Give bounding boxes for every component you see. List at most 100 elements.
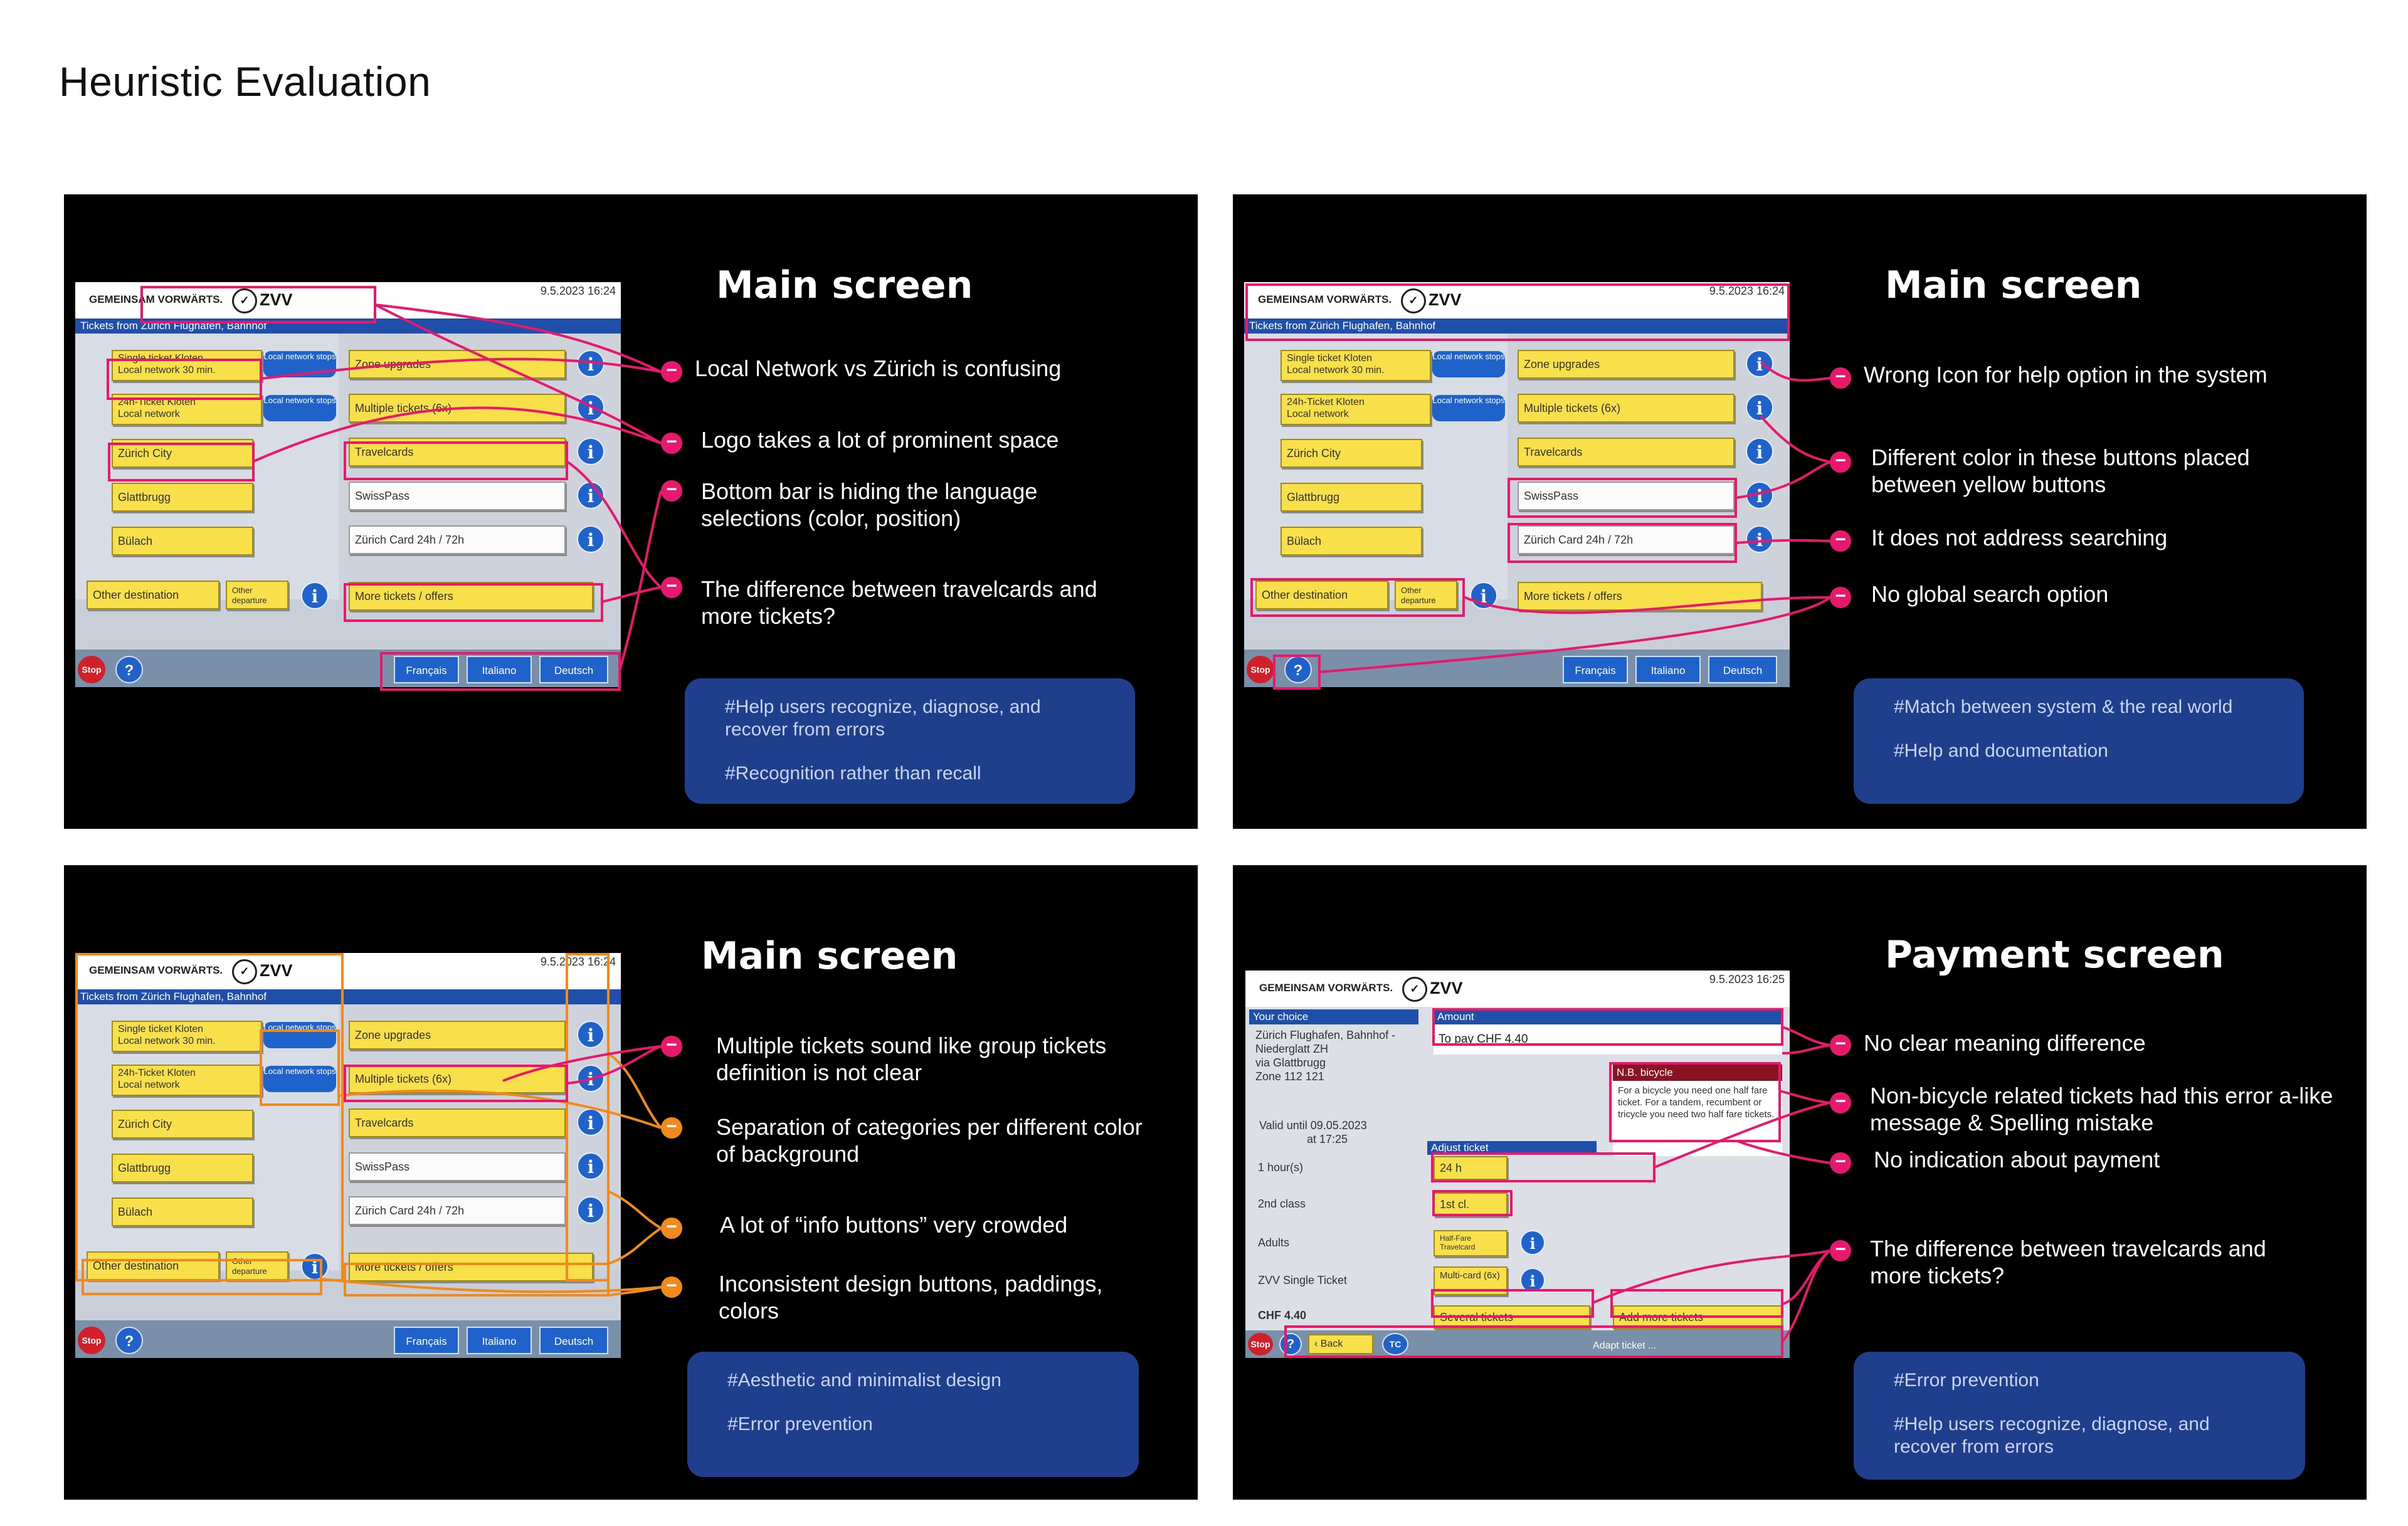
note-1: No clear meaning difference — [1864, 1030, 2146, 1056]
info-icon[interactable]: i — [1470, 582, 1497, 609]
stop-button[interactable]: Stop — [1247, 656, 1274, 683]
more-tickets-button[interactable]: More tickets / offers — [349, 582, 593, 611]
zurich-city-button[interactable]: Zürich City — [1281, 439, 1422, 468]
note-1: Wrong Icon for help option in the system — [1864, 362, 2268, 387]
travelcards-button[interactable]: Travelcards — [1518, 438, 1735, 466]
tag-2: #Help and documentation — [1894, 740, 2108, 761]
swisspass-button[interactable]: SwissPass — [349, 481, 566, 510]
local-network-stops-button[interactable]: Local network stops — [1432, 351, 1505, 377]
stop-button[interactable]: Stop — [1248, 1333, 1273, 1355]
bulach-button[interactable]: Bülach — [112, 527, 253, 555]
info-icon[interactable]: i — [1520, 1268, 1545, 1293]
ticket-24h-button[interactable]: 24h-Ticket Kloten Local network — [112, 394, 262, 425]
single-ticket-button[interactable]: Single ticket Kloten Local network 30 min… — [1281, 350, 1431, 381]
zvv-mark-icon: ✓ — [232, 288, 257, 313]
zurich-card-button[interactable]: Zürich Card 24h / 72h — [1518, 525, 1735, 554]
back-button[interactable]: ‹ Back — [1308, 1334, 1373, 1354]
travelcards-button[interactable]: Travelcards — [349, 1108, 566, 1137]
glattbrugg-button[interactable]: Glattbrugg — [112, 483, 253, 512]
help-button[interactable]: ? — [115, 1327, 143, 1354]
note-2: Non-bicycle related tickets had this err… — [1870, 1083, 2333, 1135]
info-icon[interactable]: i — [301, 1253, 329, 1280]
more-tickets-button[interactable]: More tickets / offers — [349, 1253, 593, 1281]
info-icon[interactable]: i — [577, 1065, 605, 1092]
stop-button[interactable]: Stop — [78, 1327, 105, 1354]
zone-upgrades-button[interactable]: Zone upgrades — [349, 350, 566, 379]
other-destination-button[interactable]: Other destination — [1255, 581, 1388, 609]
local-network-stops-button-2[interactable]: Local network stops — [263, 1066, 336, 1092]
local-network-stops-button-2[interactable]: Local network stops — [263, 395, 336, 421]
multiple-tickets-button[interactable]: Multiple tickets (6x) — [1518, 394, 1735, 423]
half-fare-button[interactable]: Half-Fare Travelcard — [1434, 1230, 1508, 1256]
help-button[interactable]: ? — [1279, 1333, 1302, 1355]
stop-button[interactable]: Stop — [78, 656, 105, 683]
lang-it-button[interactable]: Italiano — [467, 656, 532, 683]
zurich-city-button[interactable]: Zürich City — [112, 439, 253, 468]
info-icon[interactable]: i — [577, 394, 605, 421]
single-ticket-button[interactable]: Single ticket Kloten Local network 30 min… — [112, 1021, 262, 1052]
info-icon[interactable]: i — [577, 525, 605, 553]
other-destination-button[interactable]: Other destination — [87, 1251, 219, 1280]
info-icon[interactable]: i — [1746, 481, 1773, 509]
local-network-stops-button-2[interactable]: Local network stops — [1432, 395, 1505, 421]
other-departure-button[interactable]: Other departure — [226, 1251, 288, 1280]
info-icon[interactable]: i — [1746, 350, 1773, 377]
single-ticket-button[interactable]: Single ticket Kloten Local network 30 min… — [112, 350, 262, 381]
lang-de-button[interactable]: Deutsch — [539, 656, 608, 683]
lang-de-button[interactable]: Deutsch — [539, 1327, 608, 1354]
lang-it-button[interactable]: Italiano — [467, 1327, 532, 1354]
info-icon[interactable]: i — [577, 1196, 605, 1224]
lang-de-button[interactable]: Deutsch — [1708, 656, 1777, 683]
ticket-24h-button[interactable]: 24h-Ticket Kloten Local network — [112, 1065, 262, 1096]
note-2: Logo takes a lot of prominent space — [701, 427, 1059, 453]
add-more-tickets-button[interactable]: Add more tickets — [1613, 1305, 1782, 1329]
zvv-logo: ✓ ZVV — [1402, 977, 1463, 1002]
multi-card-button[interactable]: Multi-card (6x) — [1434, 1266, 1508, 1295]
lang-fr-button[interactable]: Français — [394, 656, 459, 683]
info-icon[interactable]: i — [577, 481, 605, 509]
multiple-tickets-button[interactable]: Multiple tickets (6x) — [349, 394, 566, 423]
help-button[interactable]: ? — [1284, 656, 1312, 683]
several-tickets-button[interactable]: Several tickets — [1434, 1305, 1590, 1329]
travelcards-button[interactable]: Travelcards — [349, 438, 566, 466]
info-icon[interactable]: i — [577, 350, 605, 377]
ticket-24h-button[interactable]: 24h-Ticket Kloten Local network — [1281, 394, 1431, 425]
local-network-stops-button[interactable]: Local network stops — [263, 1022, 336, 1048]
bulach-button[interactable]: Bülach — [112, 1197, 253, 1226]
info-icon[interactable]: i — [1746, 525, 1773, 553]
info-icon[interactable]: i — [577, 1021, 605, 1048]
tc-button[interactable]: TC — [1382, 1333, 1408, 1355]
zone-upgrades-button[interactable]: Zone upgrades — [349, 1021, 566, 1050]
info-icon[interactable]: i — [301, 582, 329, 609]
info-icon[interactable]: i — [577, 1152, 605, 1180]
glattbrugg-button[interactable]: Glattbrugg — [1281, 483, 1422, 512]
multiple-tickets-button[interactable]: Multiple tickets (6x) — [349, 1065, 566, 1093]
lang-fr-button[interactable]: Français — [394, 1327, 459, 1354]
zvv-logo: ✓ ZVV — [232, 959, 293, 984]
zurich-card-button[interactable]: Zürich Card 24h / 72h — [349, 1196, 566, 1225]
swisspass-button[interactable]: SwissPass — [349, 1152, 566, 1181]
info-icon[interactable]: i — [577, 438, 605, 465]
other-departure-button[interactable]: Other departure — [1395, 581, 1457, 609]
zone-upgrades-button[interactable]: Zone upgrades — [1518, 350, 1735, 379]
lang-it-button[interactable]: Italiano — [1635, 656, 1701, 683]
info-icon[interactable]: i — [577, 1108, 605, 1136]
duration-24h-button[interactable]: 24 h — [1434, 1156, 1508, 1180]
single-ticket-line1: Single ticket Kloten — [1287, 353, 1373, 364]
info-icon[interactable]: i — [1746, 394, 1773, 421]
more-tickets-button[interactable]: More tickets / offers — [1518, 582, 1762, 611]
other-departure-button[interactable]: Other departure — [226, 581, 288, 609]
other-destination-button[interactable]: Other destination — [87, 581, 219, 609]
bulach-button[interactable]: Bülach — [1281, 527, 1422, 555]
zurich-city-button[interactable]: Zürich City — [112, 1110, 253, 1139]
local-network-stops-button[interactable]: Local network stops — [263, 351, 336, 377]
first-class-button[interactable]: 1st cl. — [1434, 1192, 1508, 1216]
info-icon[interactable]: i — [1746, 438, 1773, 465]
help-button[interactable]: ? — [115, 656, 143, 683]
info-icon[interactable]: i — [1520, 1230, 1545, 1255]
glattbrugg-button[interactable]: Glattbrugg — [112, 1154, 253, 1182]
lang-fr-button[interactable]: Français — [1563, 656, 1628, 683]
back-label: Back — [1320, 1339, 1343, 1349]
zurich-card-button[interactable]: Zürich Card 24h / 72h — [349, 525, 566, 554]
swisspass-button[interactable]: SwissPass — [1518, 481, 1735, 510]
